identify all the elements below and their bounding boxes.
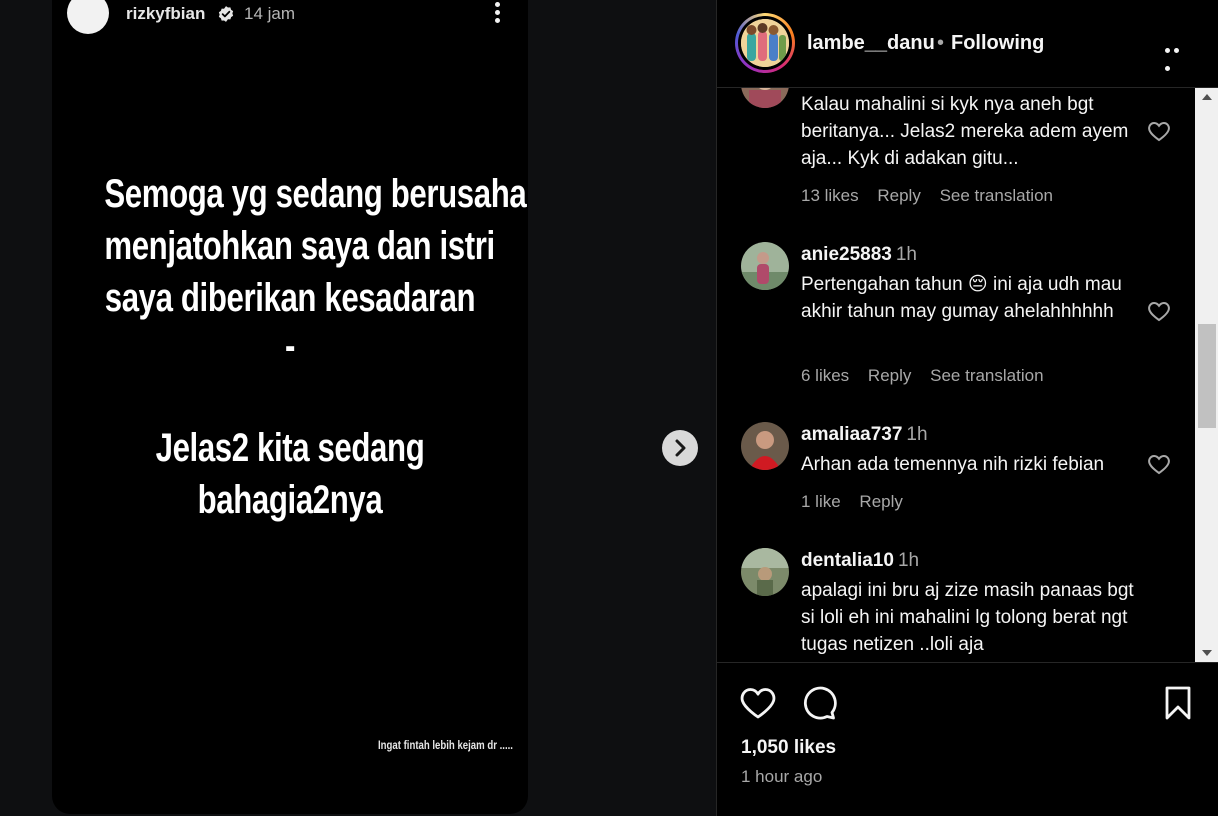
story-text-line: menjatohkan saya dan istri <box>104 224 495 268</box>
media-area: rizkyfbian 14 jam Semoga yg sedang berus… <box>0 0 716 816</box>
comment-like-icon[interactable] <box>1147 120 1171 142</box>
instagram-post-viewer: rizkyfbian 14 jam Semoga yg sedang berus… <box>0 0 1218 816</box>
reply-button[interactable]: Reply <box>859 492 902 511</box>
verified-badge-icon <box>218 6 234 22</box>
following-button[interactable]: Following <box>951 32 1044 55</box>
reply-button[interactable]: Reply <box>877 186 920 205</box>
comment-time: 1h <box>897 550 920 571</box>
author-avatar[interactable] <box>735 13 795 73</box>
comment-text: apalagi ini bru aj zize masih panaas bgt… <box>801 580 1134 655</box>
post-header: lambe__danu • Following <box>717 0 1218 88</box>
comment-likes-count[interactable]: 13 likes <box>801 186 859 205</box>
post-actions-bar: 1,050 likes 1 hour ago <box>717 662 1218 816</box>
chevron-right-icon <box>675 439 686 457</box>
comment-header: anie25883 1h <box>801 244 917 266</box>
see-translation-button[interactable]: See translation <box>940 186 1053 205</box>
story-text-line: Jelas2 kita sedang <box>155 426 425 470</box>
story-text-line: - <box>284 324 295 368</box>
story-footnote: Ingat fintah lebih kejam dr ..... <box>378 738 513 752</box>
comment-text: Arhan ada temennya nih rizki febian <box>801 454 1105 475</box>
comment-header: amaliaa737 1h <box>801 424 928 446</box>
comment-likes-count[interactable]: 6 likes <box>801 366 849 385</box>
comment-meta: 13 likes Reply See translation <box>801 186 1067 206</box>
comment-like-icon[interactable] <box>1147 300 1171 322</box>
comment-text: Kalau mahalini si kyk nya aneh bgt berit… <box>801 94 1129 169</box>
post-side-panel: lambe__danu • Following Kalau mahalini s… <box>716 0 1218 816</box>
see-translation-button[interactable]: See translation <box>930 366 1043 385</box>
commenter-avatar[interactable] <box>741 242 789 290</box>
next-slide-button[interactable] <box>662 430 698 466</box>
reply-button[interactable]: Reply <box>868 366 911 385</box>
likes-count[interactable]: 1,050 likes <box>741 737 836 759</box>
comment-time: 1h <box>895 244 917 265</box>
story-username[interactable]: rizkyfbian <box>126 4 205 24</box>
comments-scrollbar[interactable] <box>1195 88 1218 662</box>
comment-bubble-icon[interactable] <box>801 685 837 721</box>
separator-dot: • <box>937 32 945 54</box>
story-avatar[interactable] <box>67 0 109 34</box>
comment-like-icon[interactable] <box>1147 453 1171 475</box>
comment-meta: 1 like Reply <box>801 492 917 512</box>
story-text-line: Semoga yg sedang berusaha <box>104 172 527 216</box>
comment-text: Pertengahan tahun 😔 ini aja udh mau akhi… <box>801 274 1122 322</box>
commenter-avatar[interactable] <box>741 548 789 596</box>
commenter-avatar[interactable] <box>741 422 789 470</box>
comment-time: 1h <box>906 424 928 445</box>
story-timestamp: 14 jam <box>244 4 296 23</box>
bookmark-icon[interactable] <box>1163 685 1193 721</box>
story-text-line: bahagia2nya <box>197 478 383 522</box>
post-timestamp: 1 hour ago <box>741 767 823 786</box>
author-username[interactable]: lambe__danu <box>807 32 935 55</box>
scroll-down-arrow-icon[interactable] <box>1195 644 1218 662</box>
scroll-up-arrow-icon[interactable] <box>1195 88 1218 106</box>
comments-list[interactable]: Kalau mahalini si kyk nya aneh bgt berit… <box>717 88 1195 662</box>
story-text-line: saya diberikan kesadaran <box>104 276 476 320</box>
commenter-username[interactable]: anie25883 <box>801 244 892 265</box>
scrollbar-thumb[interactable] <box>1198 324 1216 428</box>
heart-icon[interactable] <box>739 685 777 721</box>
commenter-avatar[interactable] <box>741 88 789 108</box>
comment-header: dentalia10 1h <box>801 550 919 572</box>
story-image <box>52 0 528 814</box>
more-options-icon[interactable] <box>1165 40 1191 71</box>
commenter-username[interactable]: dentalia10 <box>801 550 894 571</box>
comment-meta: 6 likes Reply See translation <box>801 366 1058 386</box>
comment-likes-count[interactable]: 1 like <box>801 492 841 511</box>
story-header: rizkyfbian 14 jam <box>67 0 517 34</box>
more-options-icon[interactable] <box>490 0 504 26</box>
commenter-username[interactable]: amaliaa737 <box>801 424 902 445</box>
